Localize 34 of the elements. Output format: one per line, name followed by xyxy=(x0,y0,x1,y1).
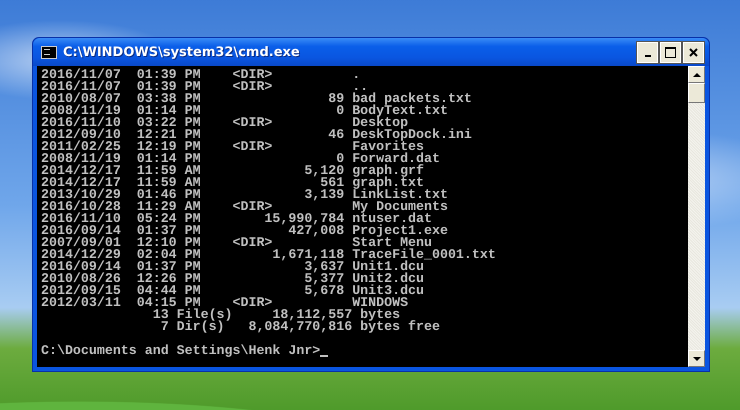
vertical-scrollbar[interactable] xyxy=(688,66,705,367)
window-title: C:\WINDOWS\system32\cmd.exe xyxy=(63,44,301,60)
console-line: 2011/02/25 12:19 PM <DIR> Favorites xyxy=(41,141,424,153)
console-line: 2016/11/07 01:39 PM <DIR> .. xyxy=(41,81,368,93)
console-line: 2007/09/01 12:10 PM <DIR> Start Menu xyxy=(41,237,432,249)
console-line: 7 Dir(s) 8,084,770,816 bytes free xyxy=(160,321,440,333)
console-line: 2014/12/17 11:59 AM 561 graph.txt xyxy=(41,177,424,189)
scroll-down-button[interactable] xyxy=(688,350,705,367)
console-line: 2016/10/28 11:29 AM <DIR> My Documents xyxy=(41,201,448,213)
console-icon xyxy=(41,46,57,58)
close-icon xyxy=(689,48,698,56)
console-line: 2016/09/14 01:37 PM 427,008 Project1.exe xyxy=(41,225,448,237)
console-line: 2010/08/26 12:26 PM 5,377 Unit2.dcu xyxy=(41,273,424,285)
console-line: 2008/11/19 01:14 PM 0 Forward.dat xyxy=(41,153,440,165)
command-prompt: C:\Documents and Settings\Henk Jnr> xyxy=(41,345,320,357)
console-line: 2016/11/10 05:24 PM 15,990,784 ntuser.dat xyxy=(41,213,432,225)
scroll-up-button[interactable] xyxy=(688,66,705,83)
maximize-button[interactable] xyxy=(660,42,681,62)
console-line: 13 File(s) 18,112,557 bytes xyxy=(152,309,400,321)
console-line: 2014/12/29 02:04 PM 1,671,118 TraceFile_0001.txt xyxy=(41,249,496,261)
close-button[interactable] xyxy=(683,42,704,62)
console-line: 2013/10/29 01:46 PM 3,139 LinkList.txt xyxy=(41,189,448,201)
scroll-thumb[interactable] xyxy=(688,83,705,103)
console-line: 2016/11/07 01:39 PM <DIR> . xyxy=(41,69,360,81)
console-line: 2016/09/14 01:37 PM 3,637 Unit1.dcu xyxy=(41,261,424,273)
console-line: 2012/03/11 04:15 PM <DIR> WINDOWS xyxy=(41,297,408,309)
console-line: 2008/11/19 01:14 PM 0 BodyText.txt xyxy=(41,105,448,117)
minimize-button[interactable] xyxy=(637,42,658,62)
console-line: 2012/09/10 12:21 PM 46 DeskTopDock.ini xyxy=(41,129,472,141)
console-line: 2014/12/17 11:59 AM 5,120 graph.grf xyxy=(41,165,424,177)
console-line: 2016/11/10 03:22 PM <DIR> Desktop xyxy=(41,117,408,129)
console-line: 2012/09/15 04:44 PM 5,678 Unit3.dcu xyxy=(41,285,424,297)
console-line: 2010/08/07 03:38 PM 89 bad packets.txt xyxy=(41,93,472,105)
text-cursor xyxy=(320,355,328,357)
